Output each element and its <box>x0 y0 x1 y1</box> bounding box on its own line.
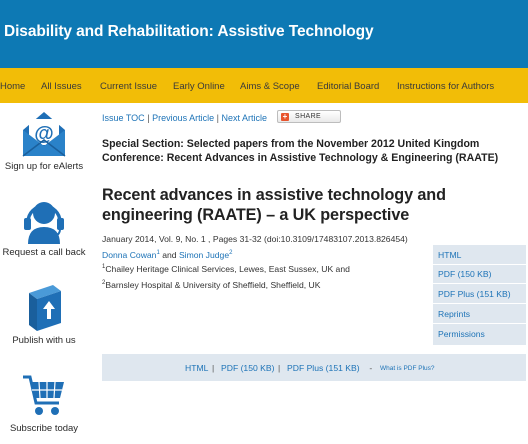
nav-aims-scope[interactable]: Aims & Scope <box>240 81 300 92</box>
breadcrumb-separator: | <box>147 113 150 123</box>
permissions-link[interactable]: Permissions <box>438 329 485 339</box>
article-citation: January 2014, Vol. 9, No. 1 , Pages 31-3… <box>102 234 408 244</box>
bottom-link-pdf-plus[interactable]: PDF Plus (151 KB) <box>287 363 360 373</box>
bottom-link-html[interactable]: HTML <box>185 363 208 373</box>
reprints-link[interactable]: Reprints <box>438 309 470 319</box>
nav-home[interactable]: Home <box>0 81 25 92</box>
panel-divider <box>433 283 526 284</box>
bottom-separator: | <box>278 363 281 373</box>
panel-divider <box>433 264 526 265</box>
previous-article-link[interactable]: Previous Article <box>152 113 214 123</box>
bottom-dash: - <box>367 363 375 373</box>
affiliation-text: Chailey Heritage Clinical Services, Lewe… <box>105 264 350 274</box>
sidebar-item-subscribe[interactable]: Subscribe today <box>0 373 88 434</box>
share-plus-icon: + <box>281 112 289 121</box>
headset-icon <box>24 202 64 244</box>
author-list: Donna Cowan1 and Simon Judge2 <box>102 250 232 260</box>
sidebar-item-ealerts[interactable]: @ Sign up for eAlerts <box>0 110 88 172</box>
affiliation-2: 2Barnsley Hospital & University of Sheff… <box>102 280 320 290</box>
share-button[interactable]: + SHARE <box>277 110 341 123</box>
sidebar-label-ealerts: Sign up for eAlerts <box>4 161 84 172</box>
author-link[interactable]: Simon Judge <box>179 250 229 260</box>
bottom-separator: | <box>212 363 215 373</box>
format-links-panel: HTML PDF (150 KB) PDF Plus (151 KB) Repr… <box>433 245 526 345</box>
author-affiliation-mark: 2 <box>229 250 233 257</box>
format-link-pdf[interactable]: PDF (150 KB) <box>438 269 492 279</box>
format-link-html[interactable]: HTML <box>438 250 461 260</box>
author-link[interactable]: Donna Cowan <box>102 250 156 260</box>
sidebar-label-publish: Publish with us <box>12 335 76 346</box>
share-label: SHARE <box>295 113 322 120</box>
main-nav: Home All Issues Current Issue Early Onli… <box>0 68 528 103</box>
sidebar-item-publish[interactable]: Publish with us <box>0 283 88 346</box>
book-upload-icon <box>29 285 61 331</box>
sidebar-item-callback[interactable]: Request a call back <box>0 196 88 258</box>
issue-toc-link[interactable]: Issue TOC <box>102 113 145 123</box>
article-title: Recent advances in assistive technology … <box>102 186 446 224</box>
shopping-cart-icon <box>23 375 64 415</box>
sidebar-label-callback: Request a call back <box>2 247 86 258</box>
sidebar-label-subscribe: Subscribe today <box>9 423 79 434</box>
affiliation-text: Barnsley Hospital & University of Sheffi… <box>105 280 321 290</box>
nav-instructions-authors[interactable]: Instructions for Authors <box>397 81 494 92</box>
author-affiliation-mark: 1 <box>156 250 160 257</box>
nav-early-online[interactable]: Early Online <box>173 81 225 92</box>
author-conjunction: and <box>162 250 177 260</box>
nav-editorial-board[interactable]: Editorial Board <box>317 81 379 92</box>
journal-header: Disability and Rehabilitation: Assistive… <box>0 0 528 68</box>
panel-divider <box>433 303 526 304</box>
special-section-heading: Special Section: Selected papers from th… <box>102 138 499 164</box>
nav-all-issues[interactable]: All Issues <box>41 81 82 92</box>
what-is-pdf-plus-link[interactable]: What is PDF Plus? <box>380 365 435 372</box>
panel-divider <box>433 323 526 324</box>
bottom-link-pdf[interactable]: PDF (150 KB) <box>221 363 275 373</box>
envelope-at-icon: @ <box>22 112 66 157</box>
affiliation-1: 1Chailey Heritage Clinical Services, Lew… <box>102 264 350 274</box>
nav-current-issue[interactable]: Current Issue <box>100 81 157 92</box>
breadcrumb-separator: | <box>216 113 219 123</box>
journal-title[interactable]: Disability and Rehabilitation: Assistive… <box>4 23 374 41</box>
breadcrumb: Issue TOC | Previous Article | Next Arti… <box>102 113 267 123</box>
format-link-pdf-plus[interactable]: PDF Plus (151 KB) <box>438 289 511 299</box>
next-article-link[interactable]: Next Article <box>221 113 267 123</box>
bottom-format-bar: HTML | PDF (150 KB) | PDF Plus (151 KB) … <box>102 354 526 381</box>
